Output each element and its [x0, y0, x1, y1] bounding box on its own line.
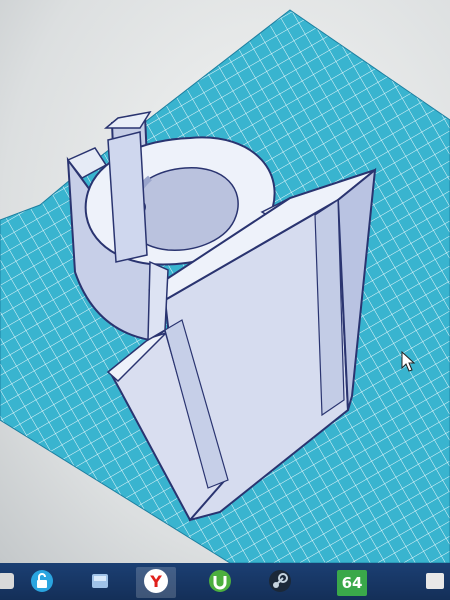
- taskbar-item-partial[interactable]: [414, 567, 450, 598]
- taskbar-item-lock-app[interactable]: [22, 567, 62, 598]
- 3d-viewport[interactable]: [0, 0, 450, 564]
- taskbar-item-aida64[interactable]: 64: [332, 567, 372, 598]
- taskbar-item-steam[interactable]: [260, 567, 300, 598]
- taskbar-item-drive[interactable]: [80, 567, 120, 598]
- viewport-canvas: [0, 9, 450, 564]
- taskbar-item-yandex-browser[interactable]: Y: [136, 567, 176, 598]
- taskbar: Y 64: [0, 563, 450, 600]
- yandex-browser-icon: Y: [142, 567, 170, 599]
- steam-icon: [267, 568, 293, 598]
- aida64-icon: 64: [337, 569, 367, 596]
- unknown-app-icon: [0, 570, 17, 596]
- drive-app-icon: [87, 568, 113, 598]
- aida64-label: 64: [341, 573, 363, 592]
- partial-app-icon: [423, 570, 445, 596]
- yandex-letter: Y: [149, 572, 162, 591]
- utorrent-icon: [207, 568, 233, 598]
- taskbar-item-utorrent[interactable]: [200, 567, 240, 598]
- lock-app-icon: [29, 568, 55, 598]
